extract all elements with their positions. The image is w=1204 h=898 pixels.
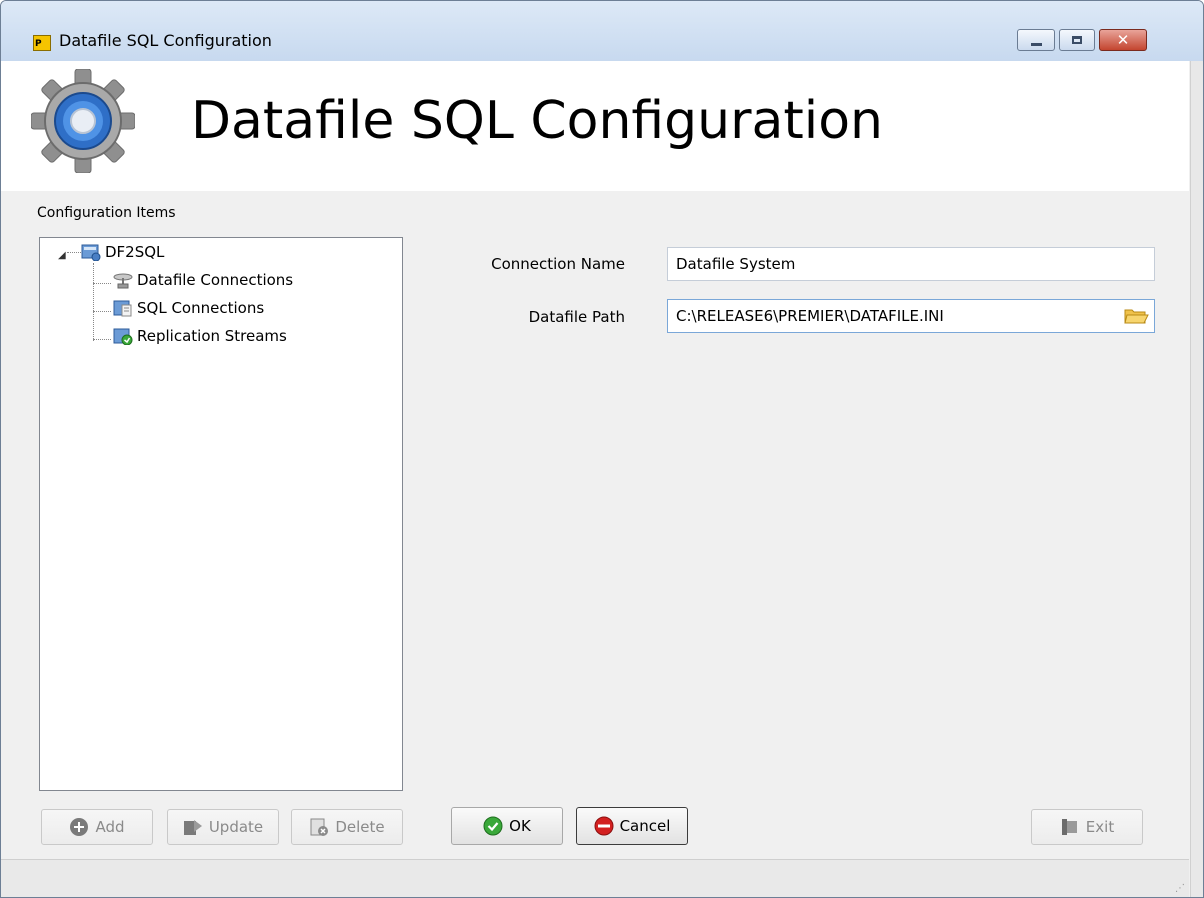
app-icon[interactable]: P bbox=[33, 35, 51, 51]
tree-node-replication-streams[interactable]: Replication Streams bbox=[113, 327, 287, 346]
title-bar: P Datafile SQL Configuration ✕ bbox=[1, 1, 1203, 61]
add-button-label: Add bbox=[95, 818, 125, 836]
exit-button-label: Exit bbox=[1085, 818, 1115, 836]
tree-connector bbox=[67, 252, 81, 253]
header-banner: Datafile SQL Configuration bbox=[1, 61, 1189, 191]
tree-node-df2sql[interactable]: DF2SQL bbox=[81, 243, 165, 262]
header-title: Datafile SQL Configuration bbox=[191, 91, 883, 151]
status-bar: ⋰ bbox=[1, 859, 1189, 897]
expand-arrow-icon[interactable]: ◢ bbox=[58, 250, 66, 261]
add-button[interactable]: Add bbox=[41, 809, 153, 845]
window-title: Datafile SQL Configuration bbox=[59, 31, 272, 50]
datafile-path-label: Datafile Path bbox=[528, 308, 625, 326]
exit-icon bbox=[1060, 817, 1080, 837]
maximize-icon bbox=[1072, 36, 1082, 44]
minimize-icon bbox=[1031, 43, 1042, 46]
tree-connector bbox=[93, 339, 111, 340]
cancel-button[interactable]: Cancel bbox=[576, 807, 688, 845]
minimize-button[interactable] bbox=[1017, 29, 1055, 51]
tree-node-label: Replication Streams bbox=[137, 327, 287, 345]
vertical-scrollbar[interactable] bbox=[1190, 61, 1203, 897]
add-icon bbox=[69, 817, 89, 837]
tree-node-datafile-connections[interactable]: Datafile Connections bbox=[113, 271, 293, 289]
close-button[interactable]: ✕ bbox=[1099, 29, 1147, 51]
datafile-path-input[interactable] bbox=[667, 299, 1155, 333]
close-icon: ✕ bbox=[1116, 31, 1130, 49]
connection-name-input[interactable] bbox=[667, 247, 1155, 281]
checkmark-icon bbox=[483, 816, 503, 836]
tree-node-label: DF2SQL bbox=[105, 243, 165, 261]
app-window: P Datafile SQL Configuration ✕ Datafile … bbox=[0, 0, 1204, 898]
connection-name-label: Connection Name bbox=[491, 255, 625, 273]
exit-button[interactable]: Exit bbox=[1031, 809, 1143, 845]
tree-connector bbox=[93, 263, 94, 341]
update-icon bbox=[183, 817, 203, 837]
delete-icon bbox=[309, 817, 329, 837]
tree-connector bbox=[93, 311, 111, 312]
delete-button[interactable]: Delete bbox=[291, 809, 403, 845]
stop-icon bbox=[594, 816, 614, 836]
gear-icon bbox=[30, 68, 136, 174]
server-icon bbox=[81, 243, 101, 262]
satellite-icon bbox=[113, 271, 133, 289]
stream-icon bbox=[113, 327, 133, 346]
update-button-label: Update bbox=[208, 818, 264, 836]
tree-node-sql-connections[interactable]: SQL Connections bbox=[113, 299, 264, 317]
delete-button-label: Delete bbox=[335, 818, 385, 836]
folder-icon[interactable] bbox=[1123, 306, 1149, 326]
tree-node-label: SQL Connections bbox=[137, 299, 265, 317]
configuration-items-label: Configuration Items bbox=[37, 205, 176, 221]
maximize-button[interactable] bbox=[1059, 29, 1095, 51]
update-button[interactable]: Update bbox=[167, 809, 279, 845]
resize-grip-icon[interactable]: ⋰ bbox=[1175, 883, 1185, 894]
ok-button[interactable]: OK bbox=[451, 807, 563, 845]
database-icon bbox=[113, 299, 133, 317]
ok-button-label: OK bbox=[509, 817, 531, 835]
tree-connector bbox=[93, 283, 111, 284]
cancel-button-label: Cancel bbox=[619, 817, 671, 835]
tree-node-label: Datafile Connections bbox=[137, 271, 294, 289]
